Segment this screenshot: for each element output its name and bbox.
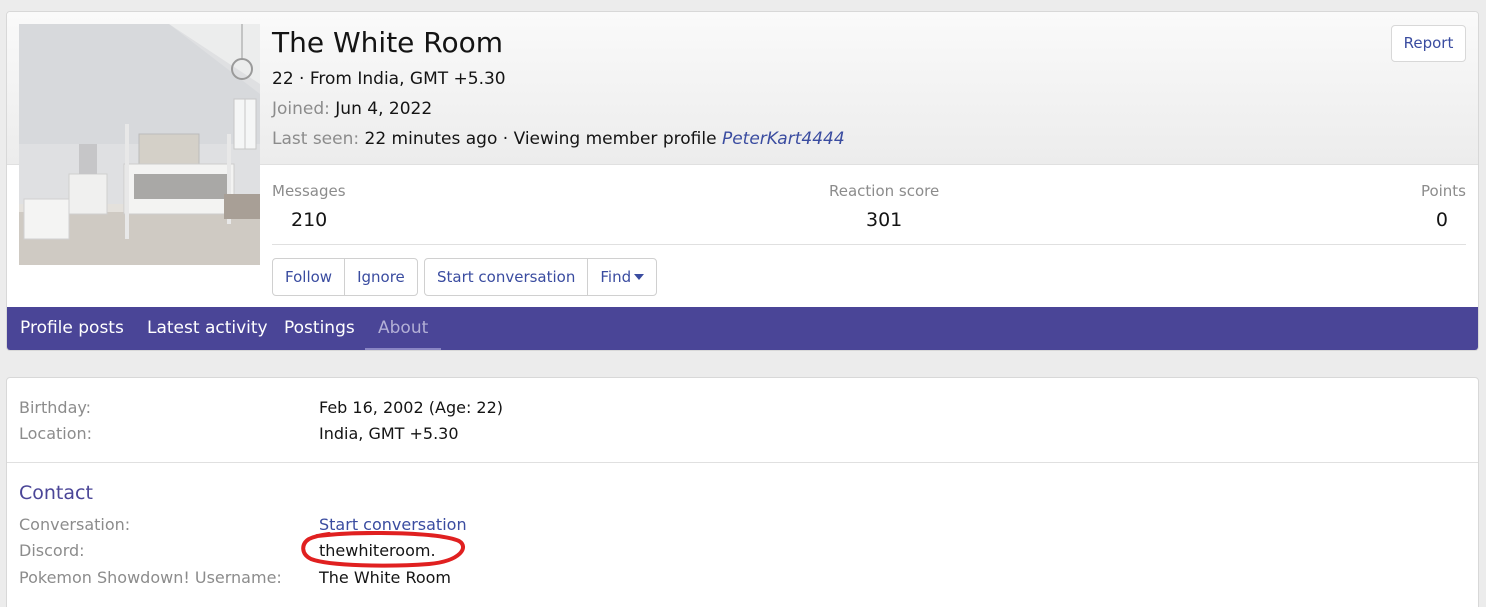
last-seen-label: Last seen: [272,129,360,149]
last-seen-value: 22 minutes ago · Viewing member profile [364,129,717,149]
messages-label: Messages [272,182,346,200]
pokemon-showdown-label: Pokemon Showdown! Username: [19,568,282,587]
tab-profile-posts[interactable]: Profile posts [20,307,124,350]
location-label: Location: [19,424,93,443]
contact-heading: Contact [19,482,93,504]
find-label: Find [600,268,632,286]
member-age-location: 22 · From India, GMT +5.30 [272,69,506,89]
birthday-value: Feb 16, 2002 (Age: 22) [319,398,504,417]
tab-latest-activity[interactable]: Latest activity [147,307,268,350]
about-divider [7,462,1478,463]
member-profile-card: The White Room 22 · From India, GMT +5.3… [6,11,1479,351]
avatar[interactable] [19,24,260,265]
joined-date: Jun 4, 2022 [335,99,433,119]
member-name: The White Room [272,26,504,59]
birthday-label: Birthday: [19,398,92,417]
conversation-label: Conversation: [19,515,131,534]
stats-divider [272,244,1466,245]
tab-about[interactable]: About [365,307,442,350]
report-button[interactable]: Report [1391,25,1466,62]
reaction-score-value[interactable]: 301 [866,209,902,231]
points-label: Points [1420,182,1466,200]
chevron-down-icon [634,273,645,280]
last-seen-line: Last seen: 22 minutes ago · Viewing memb… [272,129,845,149]
messages-value[interactable]: 210 [291,209,327,231]
reaction-score-label: Reaction score [829,182,940,200]
profile-tab-bar: Profile posts Latest activity Postings A… [7,307,1478,350]
location-value: India, GMT +5.30 [319,424,459,443]
red-annotation-circle [301,531,465,568]
points-value[interactable]: 0 [1436,209,1448,231]
joined-label: Joined: [272,99,330,119]
joined-line: Joined: Jun 4, 2022 [272,99,432,119]
about-panel: Birthday: Feb 16, 2002 (Age: 22) Locatio… [6,377,1479,607]
follow-button[interactable]: Follow [273,259,346,295]
pokemon-showdown-value: The White Room [319,568,452,587]
discord-label: Discord: [19,541,85,560]
follow-ignore-group: Follow Ignore [272,258,418,296]
start-conversation-button[interactable]: Start conversation [425,259,589,295]
find-button[interactable]: Find [588,259,656,295]
conversation-find-group: Start conversation Find [424,258,658,296]
viewed-member-link[interactable]: PeterKart4444 [722,129,845,149]
ignore-button[interactable]: Ignore [345,259,417,295]
tab-postings[interactable]: Postings [284,307,355,350]
